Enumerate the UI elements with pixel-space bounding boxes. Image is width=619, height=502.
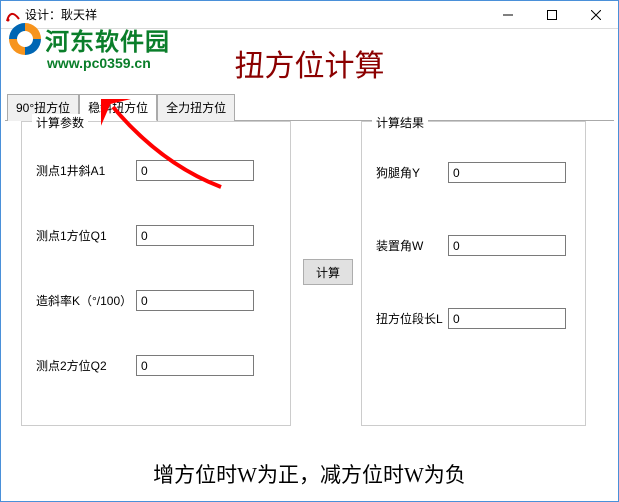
results-group: 计算结果 狗腿角Y 装置角W 扭方位段长L	[361, 121, 586, 426]
input-k[interactable]	[136, 290, 254, 311]
title-bar: 设计：耿天祥	[1, 1, 618, 29]
maximize-button[interactable]	[530, 1, 574, 29]
output-w[interactable]	[448, 235, 566, 256]
minimize-icon	[503, 10, 513, 20]
close-button[interactable]	[574, 1, 618, 29]
maximize-icon	[547, 10, 557, 20]
footer-note: 增方位时W为正，减方位时W为负	[1, 459, 618, 489]
tab-bar: 90°扭方位 稳斜扭方位 全力扭方位	[5, 93, 614, 121]
results-legend: 计算结果	[372, 114, 428, 131]
window-title: 设计：耿天祥	[25, 6, 97, 23]
params-legend: 计算参数	[32, 114, 88, 131]
label-q1: 测点1方位Q1	[36, 227, 136, 244]
label-l: 扭方位段长L	[376, 310, 448, 327]
page-title: 扭方位计算	[1, 41, 618, 85]
calculate-button[interactable]: 计算	[303, 259, 353, 285]
minimize-button[interactable]	[486, 1, 530, 29]
input-q2[interactable]	[136, 355, 254, 376]
tab-stable-tilt[interactable]: 稳斜扭方位	[79, 94, 157, 121]
label-q2: 测点2方位Q2	[36, 357, 136, 374]
params-group: 计算参数 测点1井斜A1 测点1方位Q1 造斜率K（°/100） 测点2方位Q2	[21, 121, 291, 426]
label-k: 造斜率K（°/100）	[36, 292, 136, 309]
input-a1[interactable]	[136, 160, 254, 181]
app-icon	[5, 7, 21, 23]
close-icon	[591, 10, 601, 20]
label-a1: 测点1井斜A1	[36, 162, 136, 179]
output-y[interactable]	[448, 162, 566, 183]
input-q1[interactable]	[136, 225, 254, 246]
label-w: 装置角W	[376, 237, 448, 254]
tab-full-force[interactable]: 全力扭方位	[157, 94, 235, 121]
label-y: 狗腿角Y	[376, 164, 448, 181]
output-l[interactable]	[448, 308, 566, 329]
window-controls	[486, 1, 618, 29]
